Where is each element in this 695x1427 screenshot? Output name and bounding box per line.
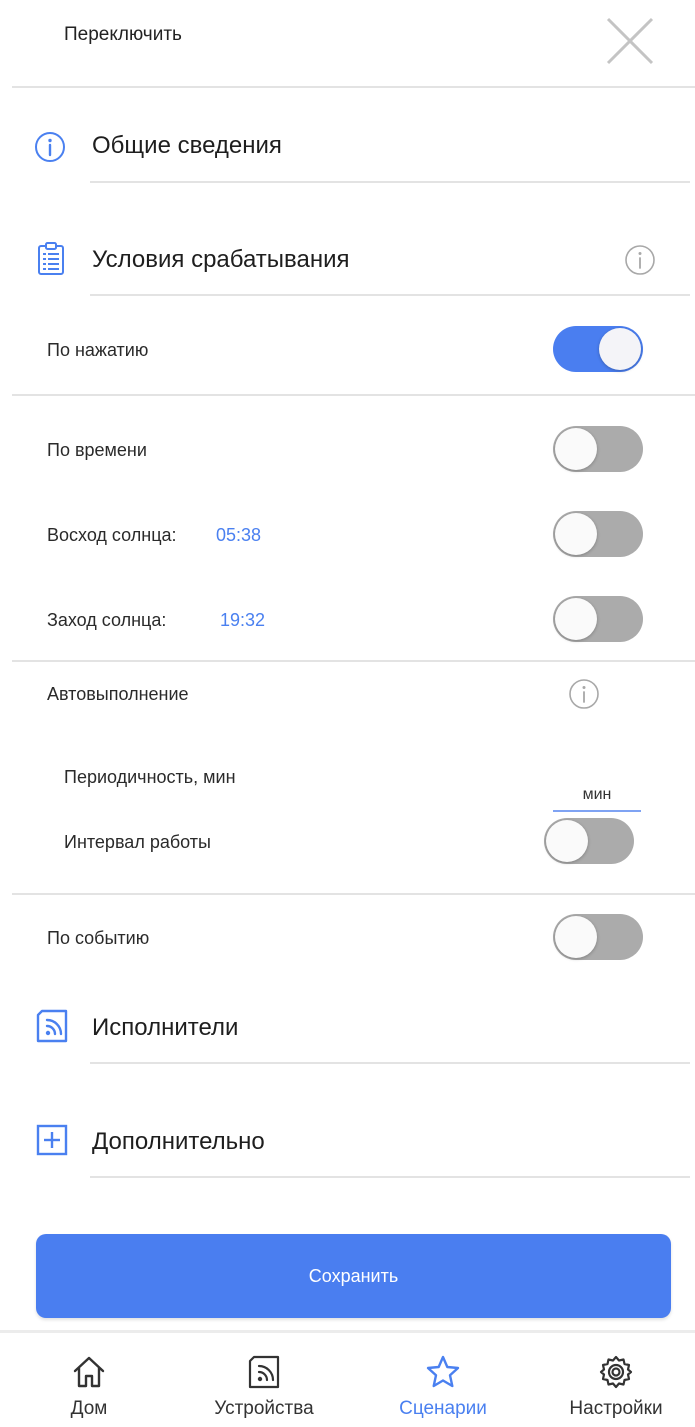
device-wifi-icon (36, 1009, 68, 1043)
auto-interval-label: Интервал работы (64, 832, 211, 852)
trigger-sunrise-label: Восход солнца: (47, 525, 177, 545)
section-executors[interactable]: Исполнители (0, 990, 695, 1062)
sunrise-time[interactable]: 05:38 (216, 525, 261, 546)
sunset-time[interactable]: 19:32 (220, 610, 265, 631)
star-icon (426, 1355, 460, 1388)
tabbar: Дом Устройства Сценарии Настройки (0, 1334, 695, 1427)
divider (90, 181, 690, 183)
save-button[interactable]: Сохранить (36, 1234, 671, 1318)
section-executors-label: Исполнители (92, 1014, 239, 1041)
trigger-on-press-toggle[interactable] (553, 326, 643, 372)
tab-home[interactable]: Дом (14, 1334, 164, 1427)
tab-home-label: Дом (70, 1398, 108, 1419)
toggle-knob (546, 820, 588, 862)
trigger-auto-label: Автовыполнение (47, 684, 189, 704)
divider (90, 1176, 690, 1178)
divider (90, 1062, 690, 1064)
triggers-help-button[interactable] (624, 244, 656, 276)
toggle-knob (599, 328, 641, 370)
trigger-by-event-label: По событию (47, 928, 150, 948)
info-circle-icon (35, 132, 65, 162)
tab-devices[interactable]: Устройства (189, 1334, 339, 1427)
divider (12, 893, 695, 895)
trigger-on-press-label: По нажатию (47, 340, 149, 360)
trigger-sunset-label: Заход солнца: (47, 610, 167, 630)
info-circle-icon (625, 245, 655, 275)
auto-help-button[interactable] (568, 678, 600, 710)
divider (12, 394, 695, 396)
trigger-sunrise-toggle[interactable] (553, 511, 643, 557)
section-triggers[interactable]: Условия срабатывания (0, 222, 600, 294)
page-title: Переключить (64, 24, 182, 45)
toggle-knob (555, 916, 597, 958)
trigger-by-time-label: По времени (47, 440, 147, 460)
toggle-knob (555, 513, 597, 555)
divider (90, 294, 690, 296)
plus-square-icon (36, 1124, 68, 1156)
auto-period-input[interactable] (553, 780, 641, 812)
section-additional-label: Дополнительно (92, 1128, 265, 1155)
tab-settings-label: Настройки (569, 1398, 663, 1419)
trigger-by-time-toggle[interactable] (553, 426, 643, 472)
auto-period-label: Периодичность, мин (64, 767, 236, 787)
tab-settings[interactable]: Настройки (541, 1334, 691, 1427)
trigger-by-event-toggle[interactable] (553, 914, 643, 960)
gear-icon (599, 1355, 633, 1389)
toggle-knob (555, 598, 597, 640)
close-icon (606, 17, 654, 65)
home-icon (73, 1356, 105, 1388)
auto-interval-toggle[interactable] (544, 818, 634, 864)
toggle-knob (555, 428, 597, 470)
section-general-label: Общие сведения (92, 132, 282, 159)
header-divider (12, 86, 695, 88)
tabbar-divider (0, 1330, 695, 1333)
tab-scenarios-label: Сценарии (399, 1398, 487, 1419)
clipboard-list-icon (38, 242, 64, 275)
section-triggers-label: Условия срабатывания (92, 246, 350, 273)
save-button-label: Сохранить (308, 1265, 399, 1286)
trigger-sunset-toggle[interactable] (553, 596, 643, 642)
divider (12, 660, 695, 662)
section-additional[interactable]: Дополнительно (0, 1104, 695, 1176)
tab-scenarios[interactable]: Сценарии (368, 1334, 518, 1427)
device-wifi-icon (248, 1355, 280, 1389)
close-button[interactable] (604, 15, 656, 67)
section-general[interactable]: Общие сведения (0, 110, 695, 182)
info-circle-icon (569, 679, 599, 709)
tab-devices-label: Устройства (214, 1398, 314, 1419)
